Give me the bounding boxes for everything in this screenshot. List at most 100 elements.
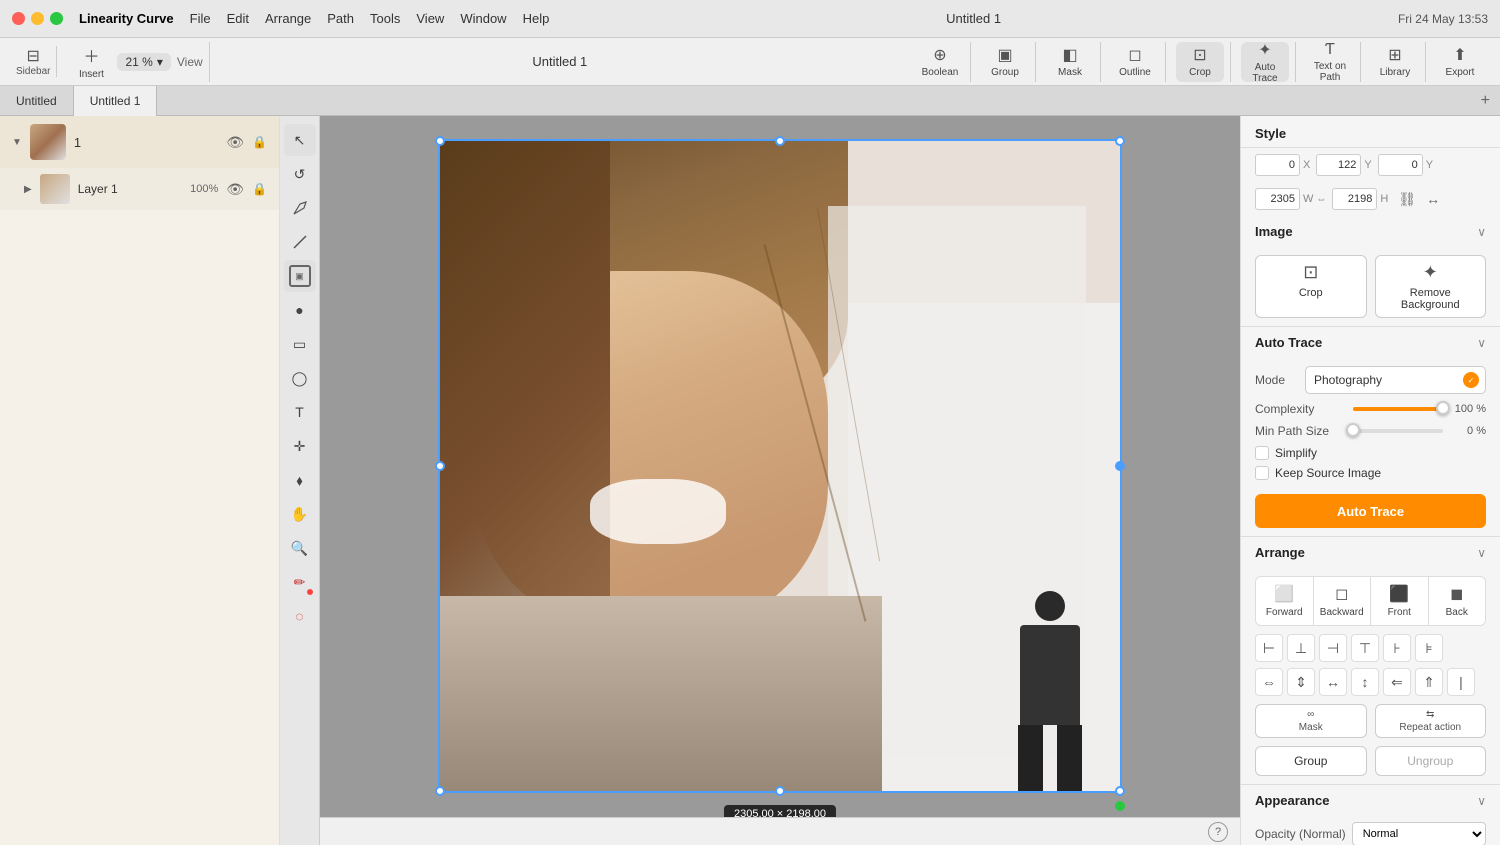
menu-edit[interactable]: Edit <box>227 11 249 26</box>
coord-x-input[interactable] <box>1255 154 1300 176</box>
tab-untitled1[interactable]: Untitled 1 <box>74 86 158 116</box>
handle-mr[interactable] <box>1115 461 1125 471</box>
flip-icon[interactable]: ↔ <box>1426 191 1440 207</box>
ellipse-tool[interactable]: ◯ <box>284 362 316 394</box>
distribute-h-button[interactable]: ⇔ <box>1255 668 1283 696</box>
hand-tool[interactable]: ✋ <box>284 498 316 530</box>
min-path-thumb[interactable] <box>1346 423 1360 437</box>
zoom-tool[interactable]: 🔍 <box>284 532 316 564</box>
insert-button[interactable]: ＋ Insert <box>67 42 115 82</box>
export-button[interactable]: ⬆ Export <box>1436 42 1484 82</box>
outline-button[interactable]: ◻ Outline <box>1111 42 1159 82</box>
distribute-h3-button[interactable]: ⇐ <box>1383 668 1411 696</box>
distribute-sep-button[interactable]: | <box>1447 668 1475 696</box>
mode-select[interactable]: Photography ✓ <box>1305 366 1486 394</box>
boolean-button[interactable]: ⊕ Boolean <box>916 42 964 82</box>
handle-bm[interactable] <box>775 786 785 796</box>
auto-trace-section-header[interactable]: Auto Trace ∨ <box>1241 327 1500 358</box>
min-path-slider[interactable] <box>1353 429 1443 433</box>
select-tool[interactable]: ↖ <box>284 124 316 156</box>
auto-trace-button[interactable]: Auto Trace <box>1255 494 1486 528</box>
arrange-section-header[interactable]: Arrange ∨ <box>1241 537 1500 568</box>
eraser-tool[interactable]: ⬧ <box>284 464 316 496</box>
appearance-chevron[interactable]: ∨ <box>1477 794 1486 808</box>
align-top-button[interactable]: ⊤ <box>1351 634 1379 662</box>
text-tool[interactable]: T <box>284 396 316 428</box>
align-right-button[interactable]: ⊣ <box>1319 634 1347 662</box>
layer-collapse-arrow[interactable]: ▶ <box>24 184 32 195</box>
textonpath-button[interactable]: Ƭ Text on Path <box>1306 42 1354 82</box>
mask-button[interactable]: ◧ Mask <box>1046 42 1094 82</box>
aspect-lock-icon[interactable]: ⛓ <box>1398 191 1416 208</box>
ungroup-btn[interactable]: Ungroup <box>1375 746 1487 776</box>
coord-y2-input[interactable] <box>1378 154 1423 176</box>
help-button[interactable]: ? <box>1208 822 1228 842</box>
transform-tool[interactable]: ✛ <box>284 430 316 462</box>
distribute-v3-button[interactable]: ⇑ <box>1415 668 1443 696</box>
opacity-select[interactable]: Normal Multiply Screen <box>1352 822 1486 845</box>
handle-bl[interactable] <box>435 786 445 796</box>
layer-item[interactable]: ▶ Layer 1 100% 👁 🔒 <box>0 168 279 210</box>
brush-select-tool[interactable]: ▣ <box>284 260 316 292</box>
forward-button[interactable]: ⬜ Forward <box>1255 576 1314 626</box>
menu-help[interactable]: Help <box>523 11 550 26</box>
appearance-section-header[interactable]: Appearance ∨ <box>1241 785 1500 816</box>
distribute-h2-button[interactable]: ↔ <box>1319 668 1347 696</box>
front-button[interactable]: ⬛ Front <box>1371 576 1429 626</box>
paint-tool[interactable]: ● <box>284 294 316 326</box>
remove-bg-button[interactable]: ✦ Remove Background <box>1375 255 1487 318</box>
group-lock-icon[interactable]: 🔒 <box>252 135 267 149</box>
layer-lock-icon[interactable]: 🔒 <box>252 182 267 196</box>
menu-arrange[interactable]: Arrange <box>265 11 311 26</box>
auto-trace-chevron[interactable]: ∨ <box>1477 336 1486 350</box>
rotate-tool[interactable]: ↺ <box>284 158 316 190</box>
view-selector[interactable]: 21 % ▾ <box>117 53 170 71</box>
image-section-header[interactable]: Image ∨ <box>1241 216 1500 247</box>
menu-view[interactable]: View <box>416 11 444 26</box>
menu-file[interactable]: File <box>190 11 211 26</box>
align-center-h-button[interactable]: ⊥ <box>1287 634 1315 662</box>
coord-y-input[interactable] <box>1316 154 1361 176</box>
repeat-action-btn[interactable]: ⇆ Repeat action <box>1375 704 1487 738</box>
complexity-slider[interactable] <box>1353 407 1443 411</box>
arrange-chevron[interactable]: ∨ <box>1477 546 1486 560</box>
menu-path[interactable]: Path <box>327 11 354 26</box>
lasso-tool[interactable]: ◌ <box>284 600 316 632</box>
line-tool[interactable] <box>284 226 316 258</box>
group-visibility-icon[interactable]: 👁 <box>226 134 244 151</box>
group-collapse-arrow[interactable]: ▼ <box>12 137 22 148</box>
simplify-checkbox[interactable] <box>1255 446 1269 460</box>
crop-button[interactable]: ⊡ Crop <box>1176 42 1224 82</box>
menu-window[interactable]: Window <box>460 11 506 26</box>
complexity-thumb[interactable] <box>1436 401 1450 415</box>
crop-action-button[interactable]: ⊡ Crop <box>1255 255 1367 318</box>
pen-tool[interactable] <box>284 192 316 224</box>
fullscreen-button[interactable] <box>50 12 63 25</box>
handle-br[interactable] <box>1115 786 1125 796</box>
coord-h-input[interactable] <box>1332 188 1377 210</box>
tab-untitled[interactable]: Untitled <box>0 86 74 116</box>
handle-ml[interactable] <box>435 461 445 471</box>
menu-tools[interactable]: Tools <box>370 11 400 26</box>
close-button[interactable] <box>12 12 25 25</box>
align-bottom-button[interactable]: ⊧ <box>1415 634 1443 662</box>
layer-visibility-icon[interactable]: 👁 <box>226 181 244 198</box>
coord-w-input[interactable] <box>1255 188 1300 210</box>
group-button[interactable]: ▣ Group <box>981 42 1029 82</box>
handle-green[interactable] <box>1115 801 1125 811</box>
group-btn[interactable]: Group <box>1255 746 1367 776</box>
minimize-button[interactable] <box>31 12 44 25</box>
backward-button[interactable]: ◻ Backward <box>1314 576 1372 626</box>
autotrace-toolbar-button[interactable]: ✦ Auto Trace <box>1241 42 1289 82</box>
distribute-v-button[interactable]: ⇕ <box>1287 668 1315 696</box>
pencil-tool[interactable]: ✏ <box>284 566 316 598</box>
image-section-chevron[interactable]: ∨ <box>1477 225 1486 239</box>
distribute-v2-button[interactable]: ↕ <box>1351 668 1379 696</box>
mask-btn[interactable]: ∞ Mask <box>1255 704 1367 738</box>
handle-tr[interactable] <box>1115 136 1125 146</box>
rectangle-tool[interactable]: ▭ <box>284 328 316 360</box>
library-button[interactable]: ⊞ Library <box>1371 42 1419 82</box>
handle-tm[interactable] <box>775 136 785 146</box>
keep-source-checkbox[interactable] <box>1255 466 1269 480</box>
tab-add-button[interactable]: + <box>1471 92 1500 110</box>
